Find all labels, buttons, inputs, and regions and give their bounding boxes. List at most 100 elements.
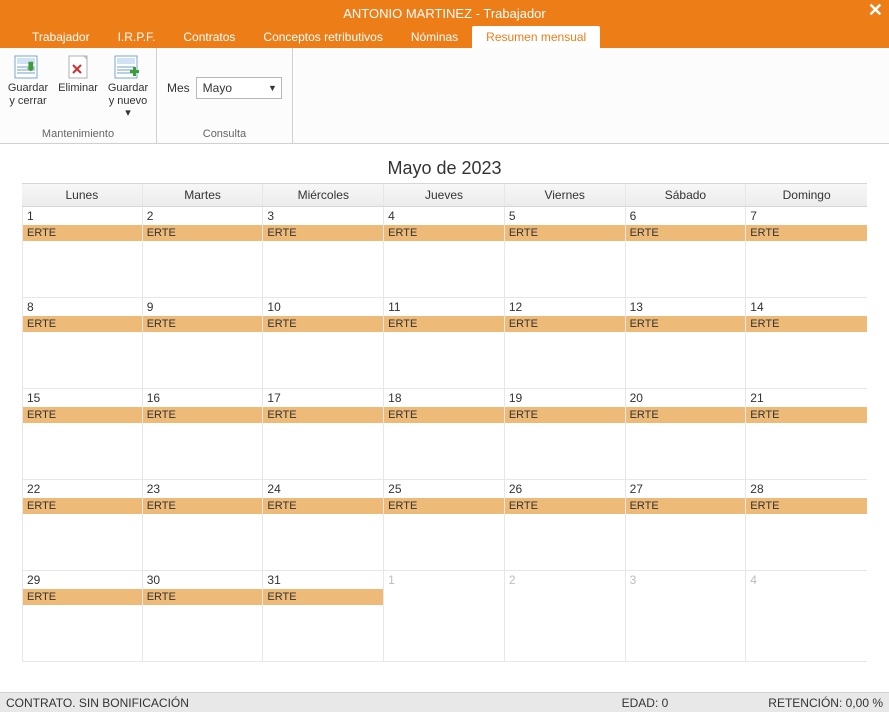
calendar-cell[interactable]: 18ERTE <box>384 389 505 480</box>
calendar-event[interactable]: ERTE <box>23 316 142 332</box>
calendar-cell[interactable]: 22ERTE <box>22 480 143 571</box>
calendar-event[interactable]: ERTE <box>263 498 383 514</box>
ribbon-group-mantenimiento: Guardar y cerrar Eliminar <box>0 48 157 143</box>
calendar-event[interactable]: ERTE <box>505 498 625 514</box>
calendar-event[interactable]: ERTE <box>505 225 625 241</box>
calendar-day-number: 5 <box>505 207 625 225</box>
calendar-day-number: 7 <box>746 207 867 225</box>
calendar-cell[interactable]: 2 <box>505 571 626 662</box>
calendar-day-number: 13 <box>626 298 746 316</box>
calendar-cell[interactable]: 2ERTE <box>143 207 264 298</box>
calendar-cell[interactable]: 20ERTE <box>626 389 747 480</box>
calendar-day-number: 12 <box>505 298 625 316</box>
month-label: Mes <box>167 81 190 95</box>
calendar-event[interactable]: ERTE <box>23 498 142 514</box>
tab-conceptos[interactable]: Conceptos retributivos <box>249 26 396 48</box>
save-new-icon <box>112 54 144 82</box>
delete-button[interactable]: Eliminar <box>54 52 102 95</box>
calendar-day-headers: Lunes Martes Miércoles Jueves Viernes Sá… <box>22 183 867 207</box>
calendar-cell[interactable]: 4ERTE <box>384 207 505 298</box>
save-new-label-1: Guardar <box>108 82 148 95</box>
calendar-event[interactable]: ERTE <box>626 407 746 423</box>
calendar-event[interactable]: ERTE <box>626 316 746 332</box>
calendar-cell[interactable]: 1 <box>384 571 505 662</box>
calendar-cell[interactable]: 19ERTE <box>505 389 626 480</box>
calendar-day-number: 4 <box>746 571 867 589</box>
calendar-cell[interactable]: 13ERTE <box>626 298 747 389</box>
calendar-cell[interactable]: 1ERTE <box>22 207 143 298</box>
calendar-cell[interactable]: 15ERTE <box>22 389 143 480</box>
dayhead-jueves: Jueves <box>384 184 505 206</box>
calendar-cell[interactable]: 17ERTE <box>263 389 384 480</box>
calendar-cell[interactable]: 9ERTE <box>143 298 264 389</box>
calendar-event[interactable]: ERTE <box>263 589 383 605</box>
calendar-cell[interactable]: 29ERTE <box>22 571 143 662</box>
calendar-cell[interactable]: 5ERTE <box>505 207 626 298</box>
calendar-cell[interactable]: 25ERTE <box>384 480 505 571</box>
calendar-event[interactable]: ERTE <box>746 316 867 332</box>
calendar-event[interactable]: ERTE <box>23 225 142 241</box>
tab-trabajador[interactable]: Trabajador <box>18 26 104 48</box>
calendar-event[interactable]: ERTE <box>143 225 263 241</box>
calendar-event[interactable]: ERTE <box>505 407 625 423</box>
calendar-cell[interactable]: 27ERTE <box>626 480 747 571</box>
calendar-day-number: 2 <box>143 207 263 225</box>
calendar-day-number: 14 <box>746 298 867 316</box>
calendar-event[interactable]: ERTE <box>143 498 263 514</box>
save-new-button[interactable]: Guardar y nuevo ▾ <box>104 52 152 120</box>
save-close-label-1: Guardar <box>8 82 48 95</box>
calendar-cell[interactable]: 3 <box>626 571 747 662</box>
calendar-event[interactable]: ERTE <box>626 225 746 241</box>
calendar-event[interactable]: ERTE <box>384 225 504 241</box>
calendar-cell[interactable]: 28ERTE <box>746 480 867 571</box>
calendar-cell[interactable]: 30ERTE <box>143 571 264 662</box>
ribbon-group-label-consulta: Consulta <box>161 128 288 142</box>
month-select[interactable]: Mayo ▼ <box>196 77 282 99</box>
chevron-down-icon: ▼ <box>268 83 277 93</box>
calendar-cell[interactable]: 7ERTE <box>746 207 867 298</box>
calendar-event[interactable]: ERTE <box>384 498 504 514</box>
calendar-day-number: 16 <box>143 389 263 407</box>
calendar-event[interactable]: ERTE <box>384 407 504 423</box>
calendar-event[interactable]: ERTE <box>263 316 383 332</box>
calendar-cell[interactable]: 14ERTE <box>746 298 867 389</box>
calendar-event[interactable]: ERTE <box>626 498 746 514</box>
calendar-cell[interactable]: 11ERTE <box>384 298 505 389</box>
calendar-title: Mayo de 2023 <box>22 158 867 183</box>
calendar-event[interactable]: ERTE <box>143 589 263 605</box>
calendar-cell[interactable]: 12ERTE <box>505 298 626 389</box>
close-button[interactable]: ✕ <box>868 0 883 21</box>
tab-irpf[interactable]: I.R.P.F. <box>104 26 170 48</box>
ribbon-group-consulta: Mes Mayo ▼ Consulta <box>157 48 293 143</box>
calendar-event[interactable]: ERTE <box>23 589 142 605</box>
save-close-button[interactable]: Guardar y cerrar <box>4 52 52 107</box>
calendar-event[interactable]: ERTE <box>746 225 867 241</box>
calendar-cell[interactable]: 4 <box>746 571 867 662</box>
calendar-cell[interactable]: 16ERTE <box>143 389 264 480</box>
calendar-event[interactable]: ERTE <box>746 498 867 514</box>
calendar-day-number: 29 <box>23 571 142 589</box>
calendar-day-number: 10 <box>263 298 383 316</box>
calendar-cell[interactable]: 8ERTE <box>22 298 143 389</box>
tab-contratos[interactable]: Contratos <box>169 26 249 48</box>
calendar-event[interactable]: ERTE <box>143 407 263 423</box>
status-contrato: CONTRATO. SIN BONIFICACIÓN <box>6 696 189 710</box>
calendar-event[interactable]: ERTE <box>143 316 263 332</box>
calendar-cell[interactable]: 10ERTE <box>263 298 384 389</box>
calendar-cell[interactable]: 21ERTE <box>746 389 867 480</box>
calendar-cell[interactable]: 26ERTE <box>505 480 626 571</box>
calendar-event[interactable]: ERTE <box>23 407 142 423</box>
tab-resumen-mensual[interactable]: Resumen mensual <box>472 26 600 48</box>
calendar-event[interactable]: ERTE <box>384 316 504 332</box>
calendar-event[interactable]: ERTE <box>263 407 383 423</box>
calendar-cell[interactable]: 23ERTE <box>143 480 264 571</box>
calendar-day-number: 28 <box>746 480 867 498</box>
tab-nominas[interactable]: Nóminas <box>397 26 472 48</box>
calendar-event[interactable]: ERTE <box>505 316 625 332</box>
calendar-cell[interactable]: 31ERTE <box>263 571 384 662</box>
calendar-event[interactable]: ERTE <box>263 225 383 241</box>
calendar-cell[interactable]: 3ERTE <box>263 207 384 298</box>
calendar-cell[interactable]: 24ERTE <box>263 480 384 571</box>
calendar-cell[interactable]: 6ERTE <box>626 207 747 298</box>
calendar-event[interactable]: ERTE <box>746 407 867 423</box>
